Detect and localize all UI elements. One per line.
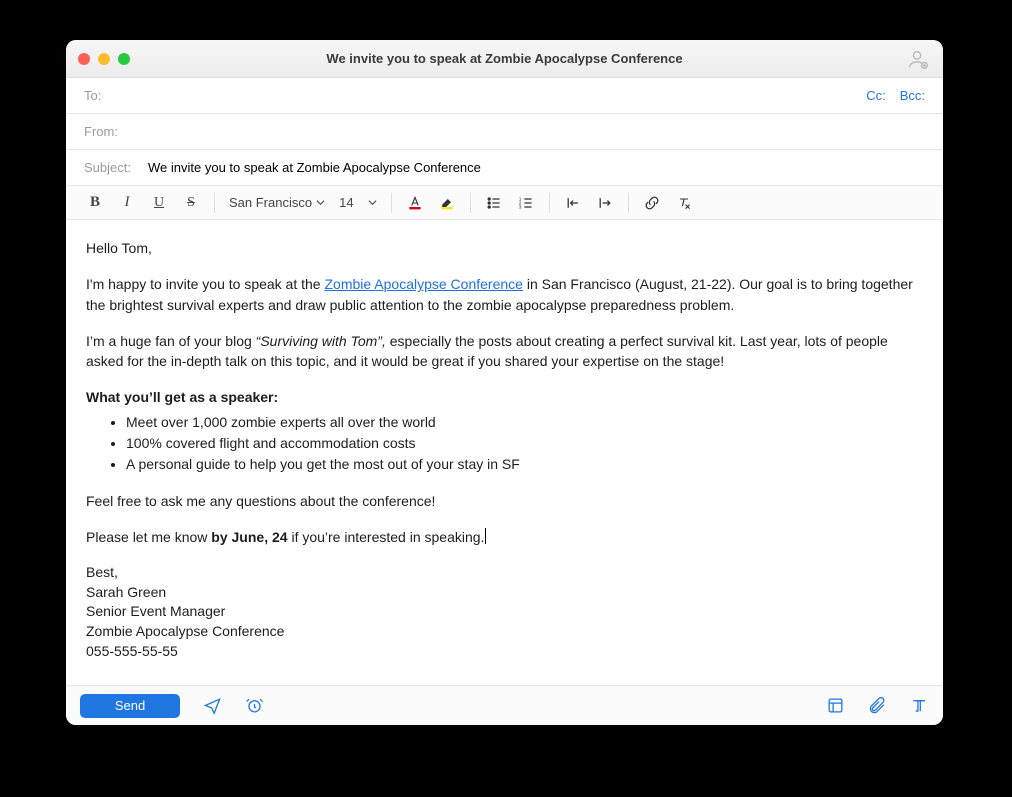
chevron-down-icon	[316, 198, 325, 207]
add-contact-button[interactable]	[907, 48, 929, 70]
cc-toggle[interactable]: Cc:	[866, 88, 886, 103]
to-field[interactable]	[146, 87, 866, 104]
outdent-button[interactable]	[560, 191, 586, 215]
underline-button[interactable]: U	[146, 191, 172, 215]
list-item: A personal guide to help you get the mos…	[126, 454, 923, 474]
close-window-button[interactable]	[78, 53, 90, 65]
minimize-window-button[interactable]	[98, 53, 110, 65]
font-size-value: 14	[339, 195, 353, 210]
italic-button[interactable]: I	[114, 191, 140, 215]
compose-window: We invite you to speak at Zombie Apocaly…	[66, 40, 943, 725]
to-label: To:	[84, 88, 146, 103]
numbered-list-button[interactable]: 123	[513, 191, 539, 215]
window-title: We invite you to speak at Zombie Apocaly…	[326, 51, 682, 66]
strikethrough-button[interactable]: S	[178, 191, 204, 215]
paragraph-1: I'm happy to invite you to speak at the …	[86, 274, 923, 315]
list-item: Meet over 1,000 zombie experts all over …	[126, 412, 923, 432]
list-item: 100% covered flight and accommodation co…	[126, 433, 923, 453]
send-button[interactable]: Send	[80, 694, 180, 718]
text-color-button[interactable]	[402, 191, 428, 215]
blog-name: “Surviving with Tom”,	[256, 333, 386, 349]
paragraph-3: Feel free to ask me any questions about …	[86, 491, 923, 511]
bulleted-list-button[interactable]	[481, 191, 507, 215]
template-icon[interactable]	[825, 696, 845, 716]
paragraph-2: I’m a huge fan of your blog “Surviving w…	[86, 331, 923, 372]
font-family-select[interactable]: San Francisco	[225, 195, 329, 210]
deadline: by June, 24	[211, 529, 287, 545]
subject-row: Subject:	[66, 150, 943, 186]
signature: Best, Sarah Green Senior Event Manager Z…	[86, 563, 923, 661]
text-cursor	[485, 528, 486, 544]
send-later-icon[interactable]	[202, 696, 222, 716]
subject-label: Subject:	[84, 160, 146, 175]
bcc-toggle[interactable]: Bcc:	[900, 88, 925, 103]
greeting: Hello Tom,	[86, 238, 923, 258]
highlight-color-button[interactable]	[434, 191, 460, 215]
subject-field[interactable]	[146, 159, 925, 176]
from-row: From:	[66, 114, 943, 150]
title-bar[interactable]: We invite you to speak at Zombie Apocaly…	[66, 40, 943, 78]
benefits-list: Meet over 1,000 zombie experts all over …	[86, 412, 923, 475]
font-family-value: San Francisco	[229, 195, 312, 210]
chevron-down-icon	[368, 198, 377, 207]
format-toggle-icon[interactable]	[909, 696, 929, 716]
svg-text:3: 3	[518, 204, 521, 210]
traffic-lights	[78, 53, 130, 65]
benefits-heading: What you’ll get as a speaker:	[86, 387, 923, 407]
footer-bar: Send	[66, 685, 943, 725]
maximize-window-button[interactable]	[118, 53, 130, 65]
insert-link-button[interactable]	[639, 191, 665, 215]
format-toolbar: B I U S San Francisco 14 123	[66, 186, 943, 220]
clear-formatting-button[interactable]	[671, 191, 697, 215]
conference-link[interactable]: Zombie Apocalypse Conference	[324, 276, 522, 292]
from-field[interactable]	[146, 123, 925, 140]
reminder-icon[interactable]	[244, 696, 264, 716]
indent-button[interactable]	[592, 191, 618, 215]
message-body[interactable]: Hello Tom, I'm happy to invite you to sp…	[66, 220, 943, 685]
to-row: To: Cc: Bcc:	[66, 78, 943, 114]
attachment-icon[interactable]	[867, 696, 887, 716]
paragraph-4: Please let me know by June, 24 if you’re…	[86, 527, 923, 547]
bold-button[interactable]: B	[82, 191, 108, 215]
from-label: From:	[84, 124, 146, 139]
font-size-select[interactable]: 14	[335, 195, 380, 210]
